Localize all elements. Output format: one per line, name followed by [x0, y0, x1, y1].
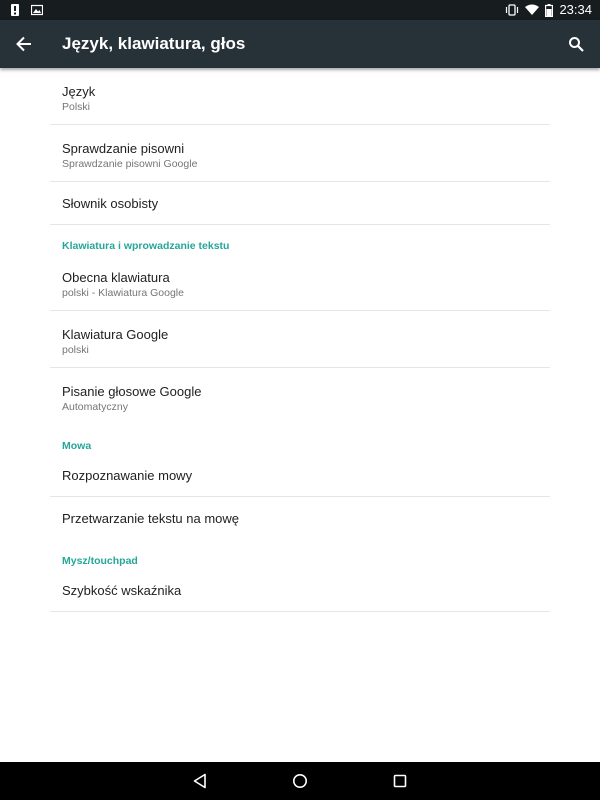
navigation-bar	[0, 762, 600, 800]
setting-subtitle: polski - Klawiatura Google	[62, 287, 184, 299]
setting-language[interactable]: Język Polski	[50, 68, 550, 125]
nav-home-button[interactable]	[290, 771, 310, 791]
status-bar-left-icons	[9, 4, 43, 16]
setting-google-keyboard[interactable]: Klawiatura Google polski	[50, 311, 550, 368]
arrow-back-icon	[16, 36, 32, 52]
setting-title: Obecna klawiatura	[62, 270, 170, 285]
setting-title: Szybkość wskaźnika	[62, 583, 182, 598]
setting-current-keyboard[interactable]: Obecna klawiatura polski - Klawiatura Go…	[50, 254, 550, 311]
setting-title: Klawiatura Google	[62, 327, 169, 342]
setting-subtitle: Automatyczny	[62, 401, 128, 413]
setting-spell-checker[interactable]: Sprawdzanie pisowni Sprawdzanie pisowni …	[50, 125, 550, 182]
settings-list: Język Polski Sprawdzanie pisowni Sprawdz…	[50, 68, 550, 612]
page-title: Język, klawiatura, głos	[62, 34, 246, 53]
setting-title: Pisanie głosowe Google	[62, 384, 202, 399]
section-label: Mowa	[62, 440, 92, 452]
section-header-speech: Mowa	[50, 425, 550, 454]
setting-speech-recognition[interactable]: Rozpoznawanie mowy	[50, 454, 550, 497]
setting-title: Przetwarzanie tekstu na mowę	[62, 511, 240, 526]
section-header-keyboard: Klawiatura i wprowadzanie tekstu	[50, 225, 550, 254]
vibrate-icon	[505, 4, 519, 16]
app-bar: Język, klawiatura, głos	[0, 20, 600, 68]
setting-subtitle: polski	[62, 344, 89, 356]
status-bar-right: 23:34	[505, 2, 592, 18]
search-button[interactable]	[560, 28, 592, 60]
battery-icon	[545, 4, 554, 17]
nav-back-button[interactable]	[190, 771, 210, 791]
home-circle-icon	[292, 773, 308, 789]
section-label: Klawiatura i wprowadzanie tekstu	[62, 240, 230, 252]
status-bar: 23:34	[0, 0, 600, 20]
setting-title: Sprawdzanie pisowni	[62, 141, 185, 156]
setting-subtitle: Sprawdzanie pisowni Google	[62, 158, 198, 170]
setting-personal-dictionary[interactable]: Słownik osobisty	[50, 182, 550, 225]
setting-pointer-speed[interactable]: Szybkość wskaźnika	[50, 569, 550, 612]
setting-text-to-speech[interactable]: Przetwarzanie tekstu na mowę	[50, 497, 550, 540]
wifi-icon	[525, 4, 540, 16]
back-button[interactable]	[8, 28, 40, 60]
status-time: 23:34	[559, 2, 592, 17]
setting-title: Słownik osobisty	[62, 196, 159, 211]
image-notification-icon	[31, 4, 43, 16]
setting-google-voice-typing[interactable]: Pisanie głosowe Google Automatyczny	[50, 368, 550, 425]
section-label: Mysz/touchpad	[62, 555, 138, 567]
setting-title: Język	[62, 84, 96, 99]
nav-recents-button[interactable]	[390, 771, 410, 791]
setting-title: Rozpoznawanie mowy	[62, 468, 193, 483]
search-icon	[568, 36, 584, 52]
setting-subtitle: Polski	[62, 101, 91, 113]
back-triangle-icon	[193, 773, 207, 789]
recents-square-icon	[393, 774, 407, 788]
notification-alert-icon	[9, 4, 21, 16]
section-header-mouse: Mysz/touchpad	[50, 540, 550, 569]
